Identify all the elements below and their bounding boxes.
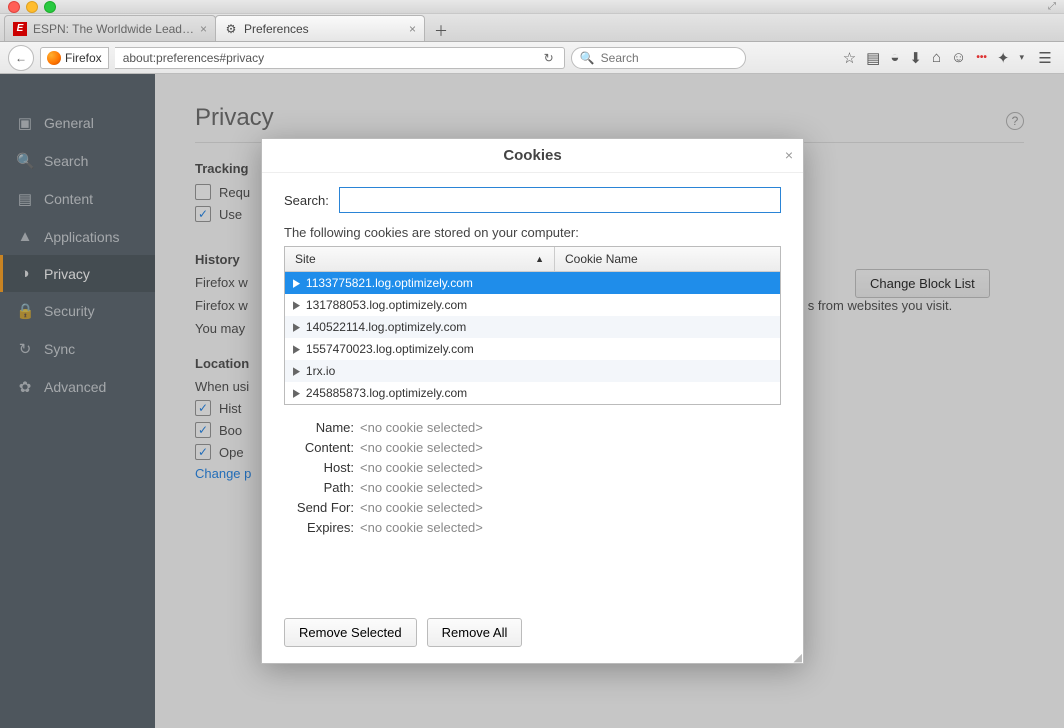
table-row[interactable]: ▶ 245885873.log.optimizely.com — [285, 382, 780, 404]
expand-icon[interactable]: ▶ — [293, 386, 300, 399]
bookmark-star-icon[interactable]: ☆ — [843, 49, 856, 67]
table-row[interactable]: ▶ 140522114.log.optimizely.com — [285, 316, 780, 338]
window-minimize-button[interactable] — [26, 1, 38, 13]
site-cell: 1133775821.log.optimizely.com — [306, 276, 473, 290]
gear-favicon-icon: ⚙ — [224, 22, 238, 36]
pocket-icon[interactable]: ◒ — [890, 49, 899, 66]
detail-label-content: Content: — [284, 440, 354, 455]
tab-label: Preferences — [244, 22, 309, 36]
column-site-label: Site — [295, 252, 316, 266]
tab-close-icon[interactable]: × — [200, 22, 207, 36]
url-bar[interactable]: ↻ — [115, 47, 565, 69]
detail-value-content: <no cookie selected> — [360, 440, 483, 455]
detail-label-name: Name: — [284, 420, 354, 435]
expand-icon[interactable]: ▶ — [293, 276, 300, 289]
site-cell: 1rx.io — [306, 364, 335, 378]
tab-espn[interactable]: E ESPN: The Worldwide Lead… × — [4, 15, 216, 41]
table-row[interactable]: ▶ 1rx.io — [285, 360, 780, 382]
table-row[interactable]: ▶ 131788053.log.optimizely.com — [285, 294, 780, 316]
window-titlebar: ⤢ — [0, 0, 1064, 14]
column-cookie-name[interactable]: Cookie Name — [555, 247, 780, 271]
tab-preferences[interactable]: ⚙ Preferences × — [215, 15, 425, 41]
remove-all-button[interactable]: Remove All — [427, 618, 523, 647]
fullscreen-icon[interactable]: ⤢ — [1048, 1, 1056, 12]
remove-selected-button[interactable]: Remove Selected — [284, 618, 417, 647]
expand-icon[interactable]: ▶ — [293, 364, 300, 377]
identity-label: Firefox — [65, 51, 102, 65]
hamburger-menu-icon[interactable]: ☰ — [1034, 49, 1056, 67]
site-cell: 131788053.log.optimizely.com — [306, 298, 467, 312]
detail-value-sendfor: <no cookie selected> — [360, 500, 483, 515]
window-zoom-button[interactable] — [44, 1, 56, 13]
detail-value-expires: <no cookie selected> — [360, 520, 483, 535]
table-header: Site ▲ Cookie Name — [285, 247, 780, 272]
tab-close-icon[interactable]: × — [409, 22, 416, 36]
detail-label-sendfor: Send For: — [284, 500, 354, 515]
espn-favicon-icon: E — [13, 22, 27, 36]
downloads-icon[interactable]: ⬇ — [909, 49, 922, 67]
expand-icon[interactable]: ▶ — [293, 298, 300, 311]
detail-label-host: Host: — [284, 460, 354, 475]
identity-box[interactable]: Firefox — [40, 47, 109, 69]
expand-icon[interactable]: ▶ — [293, 342, 300, 355]
chat-icon[interactable]: ☺ — [951, 49, 966, 66]
firefox-icon — [47, 51, 61, 65]
search-label: Search: — [284, 193, 329, 208]
site-cell: 1557470023.log.optimizely.com — [306, 342, 474, 356]
dialog-header: Cookies × — [262, 139, 803, 173]
cookies-description: The following cookies are stored on your… — [284, 225, 781, 240]
search-input[interactable] — [599, 50, 737, 66]
reload-icon[interactable]: ↻ — [540, 51, 558, 65]
search-icon: 🔍 — [580, 51, 595, 65]
home-icon[interactable]: ⌂ — [932, 49, 941, 66]
url-input[interactable] — [121, 50, 540, 66]
site-cell: 140522114.log.optimizely.com — [306, 320, 466, 334]
dropdown-icon[interactable]: ▾ — [1019, 52, 1024, 63]
sort-asc-icon: ▲ — [535, 254, 544, 264]
expand-icon[interactable]: ▶ — [293, 320, 300, 333]
cookies-table: Site ▲ Cookie Name ▶ 1133775821.log.optimi… — [284, 246, 781, 405]
cookies-search-input[interactable] — [339, 187, 781, 213]
table-row[interactable]: ▶ 1557470023.log.optimizely.com — [285, 338, 780, 360]
cookie-details: Name: <no cookie selected> Content: <no co… — [284, 415, 781, 540]
detail-label-path: Path: — [284, 480, 354, 495]
tab-strip: E ESPN: The Worldwide Lead… × ⚙ Preferen… — [0, 14, 1064, 42]
window-close-button[interactable] — [8, 1, 20, 13]
detail-value-path: <no cookie selected> — [360, 480, 483, 495]
dialog-title: Cookies — [503, 147, 561, 164]
search-bar[interactable]: 🔍 — [571, 47, 746, 69]
detail-value-host: <no cookie selected> — [360, 460, 483, 475]
column-site[interactable]: Site ▲ — [285, 247, 555, 271]
table-body: ▶ 1133775821.log.optimizely.com ▶ 13178805… — [285, 272, 780, 404]
back-button[interactable]: ← — [8, 45, 34, 71]
resize-handle-icon[interactable]: ◢ — [794, 655, 801, 661]
tab-label: ESPN: The Worldwide Lead… — [33, 22, 194, 36]
abp-icon[interactable]: ••• — [976, 52, 987, 63]
dialog-close-icon[interactable]: × — [785, 147, 793, 163]
table-row[interactable]: ▶ 1133775821.log.optimizely.com — [285, 272, 780, 294]
nav-toolbar: ← Firefox ↻ 🔍 ☆ ▤ ◒ ⬇ ⌂ ☺ ••• ✦ ▾ ☰ — [0, 42, 1064, 74]
column-cookie-label: Cookie Name — [565, 252, 638, 266]
extension-icon[interactable]: ✦ — [997, 49, 1010, 67]
site-cell: 245885873.log.optimizely.com — [306, 386, 467, 400]
new-tab-button[interactable]: ＋ — [430, 21, 452, 41]
toolbar-icons: ☆ ▤ ◒ ⬇ ⌂ ☺ ••• ✦ ▾ ☰ — [843, 49, 1056, 67]
reading-list-icon[interactable]: ▤ — [866, 49, 880, 67]
detail-label-expires: Expires: — [284, 520, 354, 535]
detail-value-name: <no cookie selected> — [360, 420, 483, 435]
cookies-dialog: Cookies × Search: The following cookies … — [261, 138, 804, 664]
